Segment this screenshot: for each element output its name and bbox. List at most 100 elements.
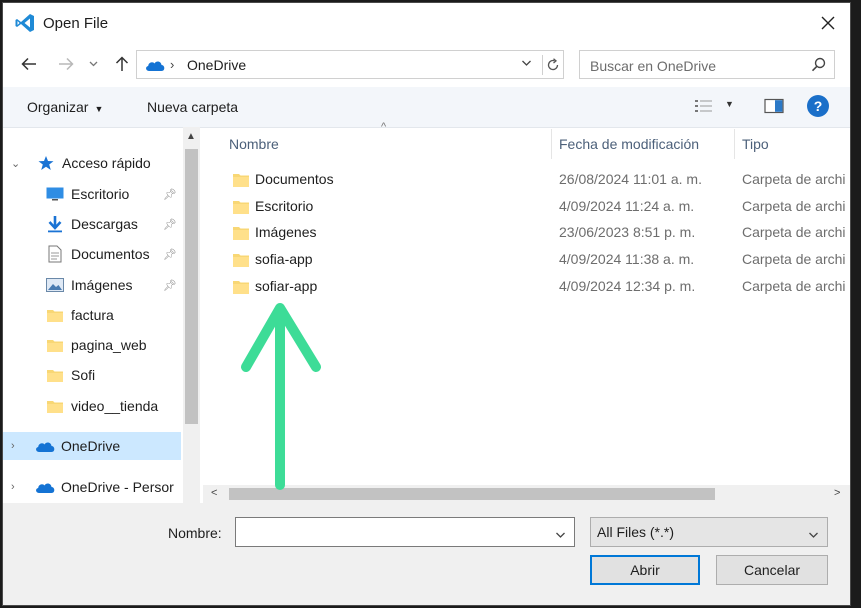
file-date: 23/06/2023 8:51 p. m. — [559, 224, 696, 240]
address-bar[interactable]: › OneDrive — [136, 50, 564, 79]
download-arrow-icon — [46, 215, 64, 233]
vscode-icon — [14, 12, 36, 34]
file-row-escritorio[interactable]: Escritorio 4/09/2024 11:24 a. m. Carpeta… — [223, 194, 850, 220]
folder-icon — [232, 172, 250, 191]
file-type: Carpeta de archi — [742, 171, 846, 187]
folder-icon — [232, 279, 250, 298]
dialog-footer: Nombre: All Files (*.*) Abrir Cancelar — [3, 503, 850, 605]
sidebar-item-sofi[interactable]: Sofi — [3, 361, 181, 389]
folder-icon — [46, 397, 64, 415]
new-folder-button[interactable]: Nueva carpeta — [147, 99, 238, 115]
sidebar-item-pagina-web[interactable]: pagina_web — [3, 331, 181, 359]
file-type: Carpeta de archi — [742, 198, 846, 214]
forward-arrow-icon — [59, 57, 74, 71]
sort-ascending-icon: ^ — [381, 121, 387, 133]
folder-icon — [232, 225, 250, 244]
sidebar-item-imagenes[interactable]: Imágenes 📌︎ — [3, 271, 181, 299]
command-bar: Organizar ▼ Nueva carpeta ▼ ? — [3, 87, 850, 128]
organize-menu-button[interactable]: Organizar ▼ — [27, 99, 103, 115]
filename-combobox[interactable] — [235, 517, 575, 547]
folder-icon — [46, 336, 64, 354]
close-button[interactable] — [812, 7, 844, 39]
folder-icon — [232, 199, 250, 218]
sidebar-item-label: Escritorio — [71, 186, 130, 202]
search-icon[interactable] — [811, 57, 826, 75]
help-icon[interactable]: ? — [807, 95, 829, 117]
pin-icon: 📌︎ — [163, 279, 177, 292]
search-box[interactable] — [579, 50, 835, 79]
sidebar-item-label: Documentos — [71, 246, 150, 262]
open-file-dialog: Open File › OneDrive Buscar en OneDrive … — [2, 2, 851, 606]
file-date: 4/09/2024 11:38 a. m. — [559, 251, 695, 267]
file-row-documentos[interactable]: Documentos 26/08/2024 11:01 a. m. Carpet… — [223, 167, 850, 193]
navigation-pane: ⌄ Acceso rápido Escritorio 📌︎ Descargas … — [3, 127, 201, 503]
sidebar-item-factura[interactable]: factura — [3, 301, 181, 329]
folder-icon — [46, 306, 64, 324]
preview-pane-icon[interactable] — [764, 98, 784, 117]
search-input[interactable] — [588, 55, 802, 77]
refresh-button[interactable] — [542, 55, 563, 75]
title-bar: Open File — [3, 3, 850, 43]
sidebar-item-label: factura — [71, 307, 114, 323]
sidebar-item-label: video__tienda — [71, 398, 159, 414]
sidebar-item-label: Imágenes — [71, 277, 133, 293]
sidebar-item-label: OneDrive - Persor — [61, 479, 174, 495]
view-details-icon[interactable] — [694, 99, 714, 116]
view-dropdown-icon[interactable]: ▼ — [725, 99, 734, 109]
sidebar-item-escritorio[interactable]: Escritorio 📌︎ — [3, 180, 181, 208]
scroll-up-icon[interactable]: ▲ — [186, 131, 196, 142]
scrollbar-thumb[interactable] — [185, 149, 198, 424]
file-row-imagenes[interactable]: Imágenes 23/06/2023 8:51 p. m. Carpeta d… — [223, 220, 850, 246]
forward-button[interactable] — [53, 51, 79, 77]
breadcrumb-onedrive[interactable]: OneDrive — [187, 57, 246, 73]
file-row-sofia-app[interactable]: sofia-app 4/09/2024 11:38 a. m. Carpeta … — [223, 247, 850, 273]
navigation-scrollbar[interactable]: ▲ — [183, 127, 200, 503]
sidebar-item-documentos[interactable]: Documentos 📌︎ — [3, 240, 181, 268]
onedrive-cloud-icon — [34, 437, 56, 455]
file-row-sofiar-app[interactable]: sofiar-app 4/09/2024 12:34 p. m. Carpeta… — [223, 274, 850, 300]
file-name: sofia-app — [255, 251, 313, 267]
filename-input[interactable] — [242, 523, 546, 543]
address-dropdown-button[interactable] — [521, 56, 532, 73]
file-type: Carpeta de archi — [742, 251, 846, 267]
column-header-type[interactable]: Tipo — [742, 136, 769, 170]
recent-locations-button[interactable] — [85, 51, 101, 77]
sidebar-item-label: pagina_web — [71, 337, 147, 353]
column-divider[interactable] — [734, 129, 735, 159]
sidebar-item-onedrive-personal[interactable]: › OneDrive - Persor — [3, 473, 181, 501]
up-button[interactable] — [109, 51, 135, 77]
chevron-right-icon[interactable]: › — [11, 481, 15, 493]
file-list-scrollbar[interactable]: < > — [203, 485, 850, 503]
sidebar-item-label: OneDrive — [61, 438, 121, 454]
file-type-select[interactable]: All Files (*.*) — [590, 517, 828, 547]
scroll-right-icon[interactable]: > — [834, 487, 840, 499]
column-header-date[interactable]: Fecha de modificación — [559, 136, 699, 170]
sidebar-item-descargas[interactable]: Descargas 📌︎ — [3, 210, 181, 238]
sidebar-item-label: Sofi — [71, 367, 96, 383]
desktop-icon — [46, 185, 64, 203]
back-button[interactable] — [16, 51, 42, 77]
back-arrow-icon — [21, 57, 36, 71]
sidebar-item-onedrive[interactable]: › OneDrive — [3, 432, 181, 460]
column-header-name[interactable]: Nombre — [229, 136, 279, 170]
scrollbar-thumb[interactable] — [229, 488, 715, 500]
file-name: sofiar-app — [255, 278, 318, 294]
chevron-right-icon[interactable]: › — [11, 440, 15, 452]
open-button[interactable]: Abrir — [590, 555, 700, 585]
file-name: Escritorio — [255, 198, 314, 214]
pictures-icon — [46, 276, 64, 294]
file-type: Carpeta de archi — [742, 224, 846, 240]
sidebar-item-label: Acceso rápido — [62, 155, 151, 171]
star-icon — [37, 154, 55, 172]
file-date: 26/08/2024 11:01 a. m. — [559, 171, 702, 187]
column-divider[interactable] — [551, 129, 552, 159]
sidebar-item-acceso-rapido[interactable]: ⌄ Acceso rápido — [3, 149, 181, 177]
file-date: 4/09/2024 12:34 p. m. — [559, 278, 696, 294]
chevron-down-icon[interactable]: ⌄ — [11, 157, 20, 170]
scroll-left-icon[interactable]: < — [211, 487, 217, 499]
chevron-down-icon[interactable] — [555, 526, 566, 542]
cancel-button[interactable]: Cancelar — [716, 555, 828, 585]
up-arrow-icon — [115, 56, 129, 71]
sidebar-item-video-tienda[interactable]: video__tienda — [3, 392, 181, 420]
organize-label: Organizar — [27, 99, 89, 115]
